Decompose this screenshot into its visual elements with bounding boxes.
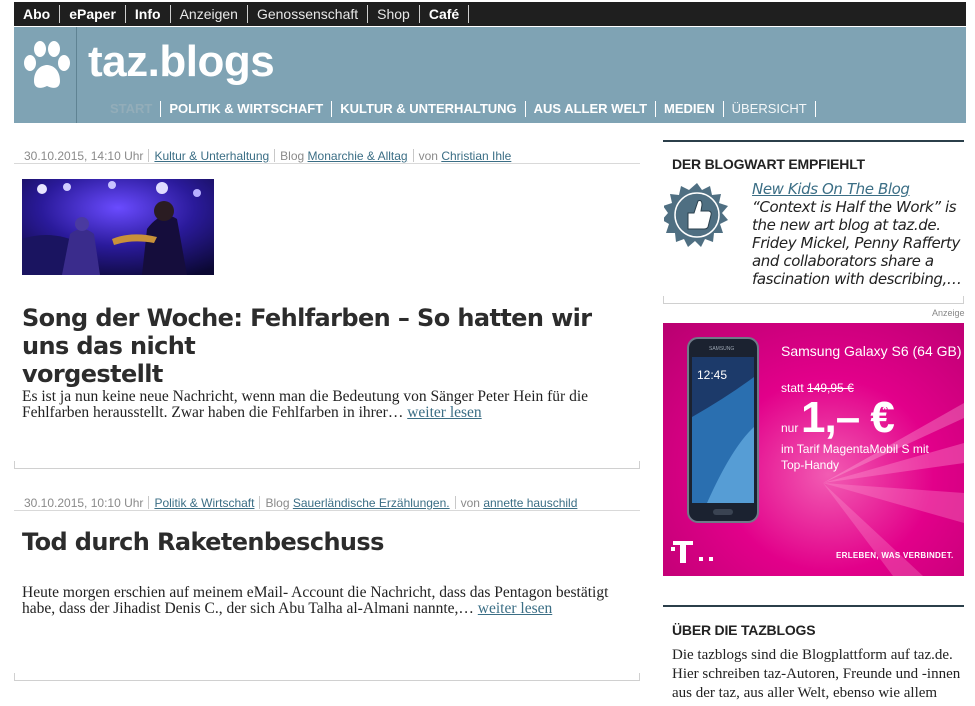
post-title-line[interactable]: vorgestellt bbox=[22, 360, 163, 388]
top-link-shop[interactable]: Shop bbox=[368, 5, 420, 23]
nav-kultur-unterhaltung[interactable]: KULTUR & UNTERHALTUNG bbox=[332, 101, 526, 117]
sidebar-rule bbox=[663, 605, 964, 607]
nav-start[interactable]: START bbox=[102, 101, 162, 117]
post-bottom-border bbox=[14, 461, 640, 469]
post-date: 30.10.2015, 14:10 Uhr bbox=[24, 149, 144, 163]
post-title[interactable]: Song der Woche: Fehlfarben – So hatten w… bbox=[22, 304, 634, 388]
divider bbox=[14, 510, 640, 511]
concert-photo bbox=[22, 179, 214, 275]
post-image[interactable] bbox=[22, 179, 214, 275]
post-meta: 30.10.2015, 10:10 Uhr Politik & Wirtschaf… bbox=[24, 496, 577, 510]
post-meta: 30.10.2015, 14:10 Uhr Kultur & Unterhaltu… bbox=[24, 149, 511, 163]
nav-medien[interactable]: MEDIEN bbox=[656, 101, 724, 117]
telekom-logo-icon bbox=[671, 541, 713, 563]
post-blog-link[interactable]: Sauerländische Erzählungen. bbox=[293, 496, 450, 510]
ad-slogan: ERLEBEN, WAS VERBINDET. bbox=[836, 551, 954, 560]
blogwart-bottom-border bbox=[663, 296, 964, 304]
phone-brand: SAMSUNG bbox=[709, 346, 734, 352]
post-title-line[interactable]: Tod durch Raketenbeschuss bbox=[22, 528, 384, 556]
ad-price: 1,– € bbox=[801, 393, 895, 442]
post-author-prefix: von bbox=[460, 496, 480, 510]
divider bbox=[14, 163, 640, 164]
post-author-link[interactable]: annette hauschild bbox=[483, 496, 577, 510]
read-more-link[interactable]: weiter lesen bbox=[478, 600, 552, 617]
ad-star: * bbox=[882, 401, 888, 417]
post-teaser: Es ist ja nun keine neue Nachricht, wenn… bbox=[22, 389, 634, 421]
telekom-ad-banner[interactable]: 12:45 SAMSUNG Samsung Galaxy S6 (64 GB) … bbox=[663, 323, 964, 576]
sidebar-rule bbox=[663, 140, 964, 142]
blogwart-description: “Context is Half the Work” is the new ar… bbox=[752, 198, 962, 288]
post-category-link[interactable]: Kultur & Unterhaltung bbox=[154, 149, 269, 163]
blogwart-link[interactable]: New Kids On The Blog bbox=[752, 180, 910, 198]
nav-aus-aller-welt[interactable]: AUS ALLER WELT bbox=[526, 101, 657, 117]
phone-time: 12:45 bbox=[697, 368, 727, 382]
post-category-link[interactable]: Politik & Wirtschaft bbox=[154, 496, 254, 510]
logo-box[interactable] bbox=[14, 27, 77, 123]
ad-tarif-text: im Tarif MagentaMobil S mit Top-Handy bbox=[781, 442, 929, 472]
nav-politik-wirtschaft[interactable]: POLITIK & WIRTSCHAFT bbox=[161, 101, 333, 117]
post-title-line[interactable]: Song der Woche: Fehlfarben – So hatten w… bbox=[22, 304, 592, 360]
ad-label: Anzeige bbox=[932, 308, 965, 318]
top-link-abo[interactable]: Abo bbox=[14, 5, 61, 23]
nav-uebersicht[interactable]: ÜBERSICHT bbox=[724, 101, 816, 117]
post-blog-link[interactable]: Monarchie & Alltag bbox=[308, 149, 408, 163]
top-navigation-bar: Abo ePaper Info Anzeigen Genossenschaft … bbox=[14, 2, 966, 26]
read-more-link[interactable]: weiter lesen bbox=[407, 404, 481, 421]
ad-nur-label: nur bbox=[781, 421, 799, 435]
post-title[interactable]: Tod durch Raketenbeschuss bbox=[22, 528, 634, 556]
taz-paw-icon bbox=[24, 41, 70, 88]
smartphone-image: 12:45 SAMSUNG bbox=[687, 337, 759, 523]
post-author-prefix: von bbox=[418, 149, 438, 163]
post-blog-prefix: Blog bbox=[265, 496, 290, 510]
teaser-text: Es ist ja nun keine neue Nachricht, wenn… bbox=[22, 388, 589, 421]
post-teaser: Heute morgen erschien auf meinem eMail- … bbox=[22, 585, 634, 617]
top-link-info[interactable]: Info bbox=[126, 5, 171, 23]
thumbs-up-icon bbox=[664, 183, 728, 247]
top-link-cafe[interactable]: Café bbox=[420, 5, 470, 23]
post-blog-prefix: Blog bbox=[280, 149, 305, 163]
post-date: 30.10.2015, 10:10 Uhr bbox=[24, 496, 144, 510]
top-link-epaper[interactable]: ePaper bbox=[60, 5, 126, 23]
post-author-link[interactable]: Christian Ihle bbox=[441, 149, 511, 163]
site-title[interactable]: taz.blogs bbox=[88, 37, 275, 87]
site-header: taz.blogs START POLITIK & WIRTSCHAFT KUL… bbox=[14, 27, 966, 123]
main-navigation: START POLITIK & WIRTSCHAFT KULTUR & UNTE… bbox=[102, 101, 816, 117]
ad-title: Samsung Galaxy S6 (64 GB) bbox=[781, 343, 962, 359]
post-bottom-border bbox=[14, 673, 640, 681]
top-link-anzeigen[interactable]: Anzeigen bbox=[171, 5, 248, 23]
about-heading: ÜBER DIE TAZBLOGS bbox=[672, 622, 816, 638]
top-link-genossenschaft[interactable]: Genossenschaft bbox=[248, 5, 369, 23]
blogwart-heading: DER BLOGWART EMPFIEHLT bbox=[672, 156, 865, 172]
about-text: Die tazblogs sind die Blogplattform auf … bbox=[672, 647, 961, 706]
blogwart-recommendation: New Kids On The Blog “Context is Half th… bbox=[752, 180, 964, 288]
